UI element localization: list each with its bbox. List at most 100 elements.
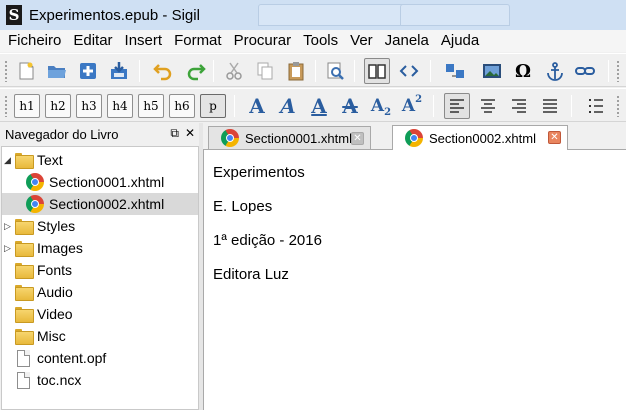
- panel-title: Navegador do Livro: [5, 126, 119, 142]
- paste-icon[interactable]: [283, 58, 309, 84]
- subscript-icon[interactable]: A2: [368, 94, 394, 118]
- folder-icon: [15, 285, 34, 301]
- heading-5-button[interactable]: h5: [138, 94, 164, 118]
- menu-janela[interactable]: Janela: [379, 30, 435, 52]
- toolbar-grip[interactable]: [4, 95, 8, 117]
- folder-icon: [15, 153, 34, 169]
- browser-file-icon: [26, 173, 44, 191]
- tree-file-section0001[interactable]: Section0001.xhtml: [2, 171, 198, 193]
- close-tab-icon[interactable]: ✕: [351, 132, 364, 145]
- paragraph[interactable]: 1ª edição - 2016: [213, 232, 322, 249]
- menu-ficheiro[interactable]: Ficheiro: [2, 30, 67, 52]
- heading-3-button[interactable]: h3: [76, 94, 102, 118]
- tree-item-label: Audio: [37, 284, 73, 300]
- link-icon[interactable]: [572, 58, 598, 84]
- copy-icon[interactable]: [252, 58, 278, 84]
- close-panel-icon[interactable]: ✕: [185, 126, 195, 141]
- align-center-icon[interactable]: [475, 93, 501, 119]
- tree-item-label: Misc: [37, 328, 66, 344]
- tab-section0002[interactable]: Section0002.xhtml ✕: [392, 125, 568, 150]
- anchor-icon[interactable]: [542, 58, 568, 84]
- tree-folder-images[interactable]: ▷ Images: [2, 237, 198, 259]
- align-left-icon[interactable]: [444, 93, 470, 119]
- menu-editar[interactable]: Editar: [67, 30, 118, 52]
- special-characters-icon[interactable]: Ω: [510, 58, 536, 84]
- menu-procurar[interactable]: Procurar: [228, 30, 298, 52]
- folder-icon: [15, 241, 34, 257]
- folder-icon: [15, 219, 34, 235]
- tree-item-label: toc.ncx: [37, 372, 82, 388]
- align-justify-icon[interactable]: [537, 93, 563, 119]
- menu-bar: Ficheiro Editar Insert Format Procurar T…: [0, 30, 626, 52]
- menu-tools[interactable]: Tools: [297, 30, 344, 52]
- book-view-icon[interactable]: [364, 58, 390, 84]
- find-replace-icon[interactable]: [322, 58, 348, 84]
- paragraph-button[interactable]: p: [200, 94, 226, 118]
- tree-file-content-opf[interactable]: content.opf: [2, 347, 198, 369]
- paragraph[interactable]: E. Lopes: [213, 198, 272, 215]
- title-bar: S Experimentos.epub - Sigil: [0, 0, 626, 30]
- save-icon[interactable]: [106, 58, 132, 84]
- tree-item-label: Section0001.xhtml: [49, 174, 165, 190]
- file-icon: [17, 371, 30, 389]
- tree-folder-video[interactable]: Video: [2, 303, 198, 325]
- book-browser-panel: Navegador do Livro ⧉ ✕ ◢ Text Section000…: [0, 123, 199, 410]
- superscript-digit: 2: [415, 93, 423, 105]
- tree-file-toc-ncx[interactable]: toc.ncx: [2, 369, 198, 391]
- undock-icon[interactable]: ⧉: [170, 126, 179, 141]
- menu-insert[interactable]: Insert: [119, 30, 169, 52]
- expand-arrow-icon[interactable]: ◢: [4, 155, 11, 166]
- list-icon[interactable]: [583, 93, 609, 119]
- cut-icon[interactable]: [221, 58, 247, 84]
- code-view-icon[interactable]: [396, 58, 422, 84]
- file-tree: ◢ Text Section0001.xhtml Section0002.xht…: [1, 146, 199, 410]
- underline-icon[interactable]: A: [306, 94, 332, 118]
- tree-folder-audio[interactable]: Audio: [2, 281, 198, 303]
- book-view-editor[interactable]: Experimentos E. Lopes 1ª edição - 2016 E…: [203, 149, 626, 410]
- tree-file-section0002[interactable]: Section0002.xhtml: [2, 193, 198, 215]
- menu-ver[interactable]: Ver: [344, 30, 379, 52]
- heading-6-button[interactable]: h6: [169, 94, 195, 118]
- heading-4-button[interactable]: h4: [107, 94, 133, 118]
- folder-icon: [15, 307, 34, 323]
- tree-folder-misc[interactable]: Misc: [2, 325, 198, 347]
- open-folder-icon[interactable]: [44, 58, 70, 84]
- superscript-icon[interactable]: A2: [399, 94, 425, 118]
- superscript-letter: A: [401, 96, 416, 116]
- heading-1-button[interactable]: h1: [14, 94, 40, 118]
- bold-icon[interactable]: A: [244, 94, 270, 118]
- strikethrough-icon[interactable]: A: [337, 94, 363, 118]
- redo-icon[interactable]: [183, 58, 209, 84]
- close-tab-icon[interactable]: ✕: [548, 131, 561, 144]
- undo-icon[interactable]: [150, 58, 176, 84]
- tree-folder-styles[interactable]: ▷ Styles: [2, 215, 198, 237]
- toolbar-grip[interactable]: [616, 95, 620, 117]
- tree-item-label: Fonts: [37, 262, 73, 278]
- collapsed-arrow-icon[interactable]: ▷: [4, 221, 11, 232]
- folder-icon: [15, 329, 34, 345]
- tab-section0001[interactable]: Section0001.xhtml ✕: [208, 126, 371, 149]
- add-file-icon[interactable]: [75, 58, 101, 84]
- tree-item-label: Styles: [37, 218, 76, 234]
- new-file-icon[interactable]: [13, 58, 39, 84]
- toolbar-grip[interactable]: [616, 60, 620, 82]
- heading-2-button[interactable]: h2: [45, 94, 71, 118]
- tree-item-label: Images: [37, 240, 83, 256]
- insert-image-icon[interactable]: [479, 58, 505, 84]
- paragraph[interactable]: Editora Luz: [213, 266, 289, 283]
- align-right-icon[interactable]: [506, 93, 532, 119]
- panel-header: Navegador do Livro ⧉ ✕: [0, 123, 199, 145]
- tree-folder-fonts[interactable]: Fonts: [2, 259, 198, 281]
- format-toolbar: h1 h2 h3 h4 h5 h6 p A A A A A2 A2: [0, 88, 626, 122]
- menu-format[interactable]: Format: [168, 30, 228, 52]
- folder-icon: [15, 263, 34, 279]
- split-view-icon[interactable]: [442, 58, 468, 84]
- collapsed-arrow-icon[interactable]: ▷: [4, 243, 11, 254]
- background-tab: [400, 4, 510, 26]
- tree-folder-text[interactable]: ◢ Text: [2, 149, 198, 171]
- paragraph[interactable]: Experimentos: [213, 164, 305, 181]
- subscript-letter: A: [370, 96, 385, 116]
- toolbar-grip[interactable]: [4, 60, 8, 82]
- italic-icon[interactable]: A: [275, 94, 301, 118]
- menu-ajuda[interactable]: Ajuda: [435, 30, 485, 52]
